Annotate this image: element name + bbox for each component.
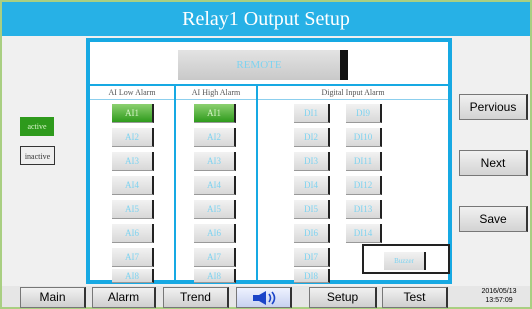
ai-low-ai1-button[interactable]: AI1 bbox=[112, 104, 154, 123]
ai-low-ai7-button[interactable]: AI7 bbox=[112, 248, 154, 267]
di5-button[interactable]: DI5 bbox=[294, 200, 330, 219]
ai-high-ai2-button[interactable]: AI2 bbox=[194, 128, 236, 147]
ai-low-ai8-button[interactable]: AI8 bbox=[112, 269, 154, 283]
di4-button[interactable]: DI4 bbox=[294, 176, 330, 195]
divider bbox=[256, 84, 258, 280]
test-button[interactable]: Test bbox=[382, 287, 448, 308]
legend-active: active bbox=[20, 117, 54, 136]
di7-button[interactable]: DI7 bbox=[294, 248, 330, 267]
speaker-button[interactable] bbox=[236, 287, 292, 308]
buzzer-box: Buzzer bbox=[362, 244, 450, 274]
ai-high-ai8-button[interactable]: AI8 bbox=[194, 269, 236, 283]
di13-button[interactable]: DI13 bbox=[346, 200, 382, 219]
main-button[interactable]: Main bbox=[20, 287, 86, 308]
legend-inactive: inactive bbox=[20, 146, 55, 165]
ai-low-ai6-button[interactable]: AI6 bbox=[112, 224, 154, 243]
trend-button[interactable]: Trend bbox=[163, 287, 229, 308]
di10-button[interactable]: DI10 bbox=[346, 128, 382, 147]
ai-high-ai3-button[interactable]: AI3 bbox=[194, 152, 236, 171]
digital-input-alarm-header: Digital Input Alarm bbox=[258, 86, 448, 100]
ai-high-ai7-button[interactable]: AI7 bbox=[194, 248, 236, 267]
di9-button[interactable]: DI9 bbox=[346, 104, 382, 123]
alarm-table-button[interactable]: Alarm Table bbox=[92, 287, 156, 308]
relay-config-panel: REMOTE AI Low Alarm AI High Alarm Digita… bbox=[86, 38, 452, 284]
di6-button[interactable]: DI6 bbox=[294, 224, 330, 243]
previous-button[interactable]: Pervious bbox=[459, 94, 528, 120]
di3-button[interactable]: DI3 bbox=[294, 152, 330, 171]
di8-button[interactable]: DI8 bbox=[294, 269, 330, 283]
ai-high-ai4-button[interactable]: AI4 bbox=[194, 176, 236, 195]
remote-area: REMOTE bbox=[90, 42, 448, 84]
ai-low-ai4-button[interactable]: AI4 bbox=[112, 176, 154, 195]
speaker-icon bbox=[252, 291, 275, 305]
ai-high-alarm-header: AI High Alarm bbox=[176, 86, 256, 100]
page-title: Relay1 Output Setup bbox=[2, 2, 530, 36]
datetime-display: 2016/05/13 13:57:09 bbox=[468, 287, 530, 307]
ai-high-ai1-button[interactable]: AI1 bbox=[194, 104, 236, 123]
ai-high-ai5-button[interactable]: AI5 bbox=[194, 200, 236, 219]
ai-high-ai6-button[interactable]: AI6 bbox=[194, 224, 236, 243]
ai-low-ai2-button[interactable]: AI2 bbox=[112, 128, 154, 147]
di2-button[interactable]: DI2 bbox=[294, 128, 330, 147]
save-button[interactable]: Save bbox=[459, 206, 528, 232]
divider bbox=[174, 84, 176, 280]
di14-button[interactable]: DI14 bbox=[346, 224, 382, 243]
date-text: 2016/05/13 bbox=[481, 288, 517, 295]
time-text: 13:57:09 bbox=[485, 297, 513, 304]
next-button[interactable]: Next bbox=[459, 150, 528, 176]
ai-low-ai5-button[interactable]: AI5 bbox=[112, 200, 154, 219]
setup-button[interactable]: Setup bbox=[309, 287, 377, 308]
ai-low-alarm-header: AI Low Alarm bbox=[90, 86, 174, 100]
ai-low-ai3-button[interactable]: AI3 bbox=[112, 152, 154, 171]
di1-button[interactable]: DI1 bbox=[294, 104, 330, 123]
buzzer-button[interactable]: Buzzer bbox=[384, 252, 426, 270]
remote-button[interactable]: REMOTE bbox=[178, 50, 348, 80]
di12-button[interactable]: DI12 bbox=[346, 176, 382, 195]
di11-button[interactable]: DI11 bbox=[346, 152, 382, 171]
